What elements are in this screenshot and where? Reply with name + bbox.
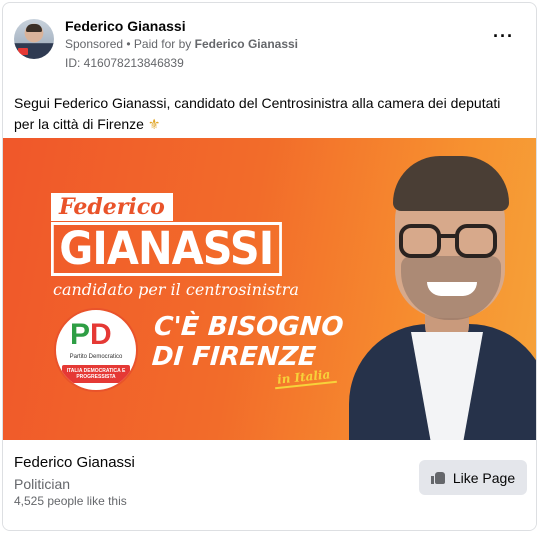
banner-slogan: C'È BISOGNO DI FIRENZE [151, 312, 345, 372]
portrait-glasses-left [399, 224, 441, 258]
avatar-badge [18, 48, 28, 55]
ad-id: ID: 416078213846839 [65, 56, 184, 70]
ad-card: Federico Gianassi Sponsored • Paid for b… [2, 2, 537, 531]
sponsored-line: Sponsored • Paid for by Federico Gianass… [65, 37, 298, 51]
banner-first-name: Federico [51, 193, 173, 221]
portrait-glasses-right [455, 224, 497, 258]
portrait-smile [427, 282, 477, 296]
post-caption: Segui Federico Gianassi, candidato del C… [14, 93, 524, 135]
banner-subtitle: candidato per il centrosinistra [53, 280, 299, 299]
candidate-portrait [343, 146, 536, 440]
slogan-line-1: C'È BISOGNO [153, 312, 345, 342]
page-category: Politician [14, 476, 71, 492]
fleur-de-lis-icon: ⚜ [147, 116, 161, 132]
ad-image[interactable]: Federico GIANASSI candidato per il centr… [3, 138, 536, 440]
more-options-icon[interactable]: ··· [493, 27, 514, 45]
like-page-label: Like Page [452, 469, 516, 486]
paid-for-name: Federico Gianassi [194, 37, 299, 51]
page-name[interactable]: Federico Gianassi [14, 454, 135, 471]
author-name[interactable]: Federico Gianassi [65, 18, 186, 34]
thumbs-up-icon [430, 471, 445, 484]
caption-text: Segui Federico Gianassi, candidato del C… [14, 95, 501, 132]
banner-last-name: GIANASSI [51, 222, 282, 276]
paid-for-prefix: • Paid for by [123, 37, 195, 51]
slogan-line-2: DI FIRENZE [150, 342, 317, 372]
sponsored-label: Sponsored [65, 37, 124, 51]
avatar[interactable] [14, 19, 54, 59]
portrait-glasses-bridge [439, 234, 457, 238]
like-page-button[interactable]: Like Page [419, 460, 527, 495]
page-likes-count: 4,525 people like this [14, 494, 127, 508]
pd-logo-letters: PD [70, 318, 112, 351]
pd-logo-sub: Partito Democratico [69, 354, 123, 360]
page-footer: Federico Gianassi Politician 4,525 peopl… [3, 440, 536, 530]
avatar-hair [26, 24, 42, 32]
portrait-hair [393, 156, 509, 211]
pd-party-logo: PD Partito Democratico ITALIA DEMOCRATIC… [54, 308, 138, 392]
pd-logo-band: ITALIA DEMOCRATICA E PROGRESSISTA [62, 365, 130, 383]
